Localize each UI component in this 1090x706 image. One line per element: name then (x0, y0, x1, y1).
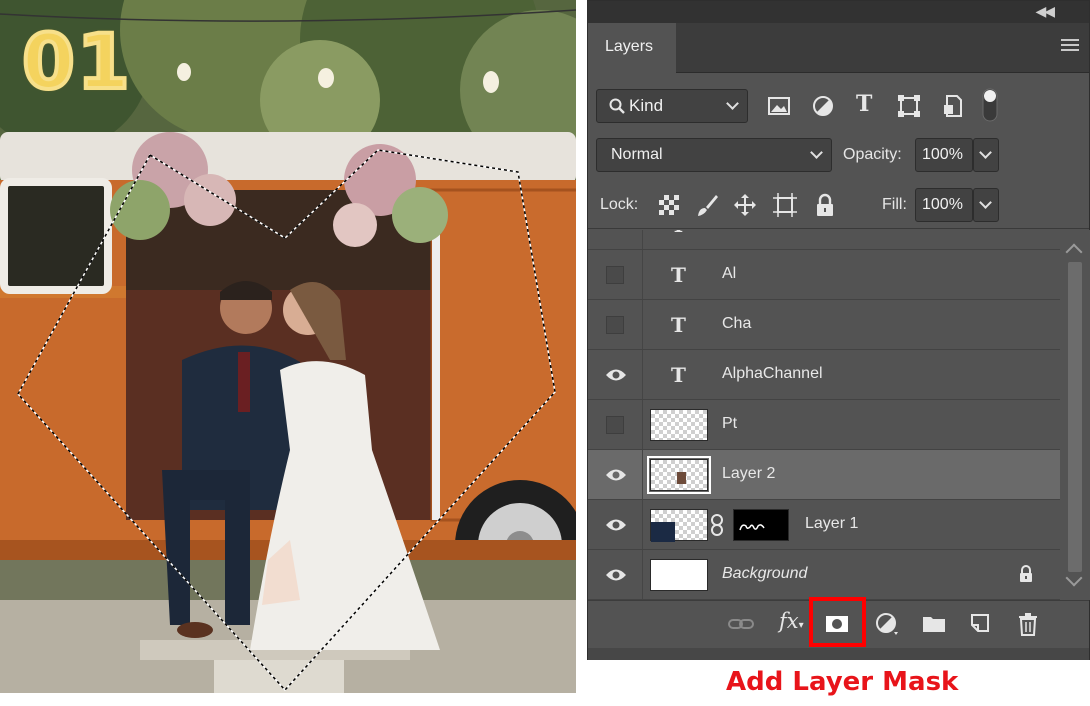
fill-label: Fill: (882, 196, 907, 213)
layer-mask-thumbnail[interactable] (733, 509, 789, 541)
scroll-up-arrow[interactable] (1065, 243, 1083, 261)
image-filter-icon[interactable] (766, 93, 792, 119)
blend-mode-select[interactable]: Normal (596, 138, 832, 172)
step-number-badge: 01 (20, 17, 132, 106)
layer-row-alphachannel[interactable]: T AlphaChannel (588, 350, 1060, 400)
add-layer-mask-highlight (809, 597, 866, 647)
adjustment-filter-icon[interactable] (810, 93, 836, 119)
blend-row: Normal Opacity: 100% (588, 131, 1089, 179)
adjustment-layer-icon[interactable] (874, 611, 900, 637)
chevron-down-icon (810, 146, 823, 159)
layer-thumbnail (647, 456, 711, 494)
blend-mode-value: Normal (611, 146, 663, 163)
layer-thumbnail (650, 509, 708, 542)
delete-layer-icon[interactable] (1015, 611, 1041, 637)
filter-kind-label: Kind (629, 96, 664, 115)
visibility-toggle[interactable] (588, 400, 643, 449)
opacity-dropdown-button[interactable] (973, 138, 999, 172)
lock-position-icon[interactable] (732, 192, 758, 218)
layer-name: Background (722, 565, 808, 582)
opacity-input[interactable]: 100% (915, 138, 973, 172)
lock-transparent-pixels-icon[interactable] (656, 192, 682, 218)
layer-filter-row: Kind T (588, 81, 1089, 129)
layer-row-al[interactable]: T Al (588, 250, 1060, 300)
layer-list-scrollbar[interactable] (1060, 230, 1090, 600)
canvas-photo[interactable]: 01 (0, 0, 576, 693)
layer-thumbnail (650, 559, 708, 591)
panel-title-bar: ◀◀ (588, 1, 1089, 23)
text-layer-icon: T (671, 363, 686, 387)
layer-name: Al (722, 265, 737, 282)
opacity-label: Opacity: (843, 146, 902, 163)
fill-input[interactable]: 100% (915, 188, 973, 222)
visibility-toggle[interactable] (588, 300, 643, 349)
visibility-toggle[interactable] (588, 250, 643, 299)
lock-artboard-icon[interactable] (772, 192, 798, 218)
layer-row-cha[interactable]: T Cha (588, 300, 1060, 350)
visibility-toggle[interactable] (588, 350, 643, 399)
filter-kind-select[interactable]: Kind (596, 89, 748, 123)
layer-list: T T Al T Cha T AlphaChannel Pt (588, 230, 1060, 600)
type-filter-icon[interactable]: T (856, 91, 882, 117)
layer-name: Layer 2 (722, 465, 776, 482)
smart-object-filter-icon[interactable] (940, 93, 966, 119)
panel-menu-icon[interactable] (1061, 39, 1079, 53)
layers-panel: ◀◀ Layers Kind T Normal Opacity: 100% Lo… (587, 0, 1090, 660)
mask-link-icon[interactable] (710, 514, 724, 536)
lock-icon[interactable] (1018, 565, 1034, 583)
fill-dropdown-button[interactable] (973, 188, 999, 222)
eye-icon (606, 469, 626, 481)
layer-name: Pt (722, 415, 738, 432)
layer-row-layer-2[interactable]: Layer 2 (588, 450, 1060, 500)
layer-name: Layer 1 (805, 515, 859, 532)
eye-icon (606, 569, 626, 581)
visibility-toggle[interactable] (588, 500, 643, 549)
text-layer-icon: T (671, 230, 686, 237)
layer-thumbnail (650, 409, 708, 441)
fx-icon[interactable]: fx▾ (779, 609, 805, 635)
lock-all-icon[interactable] (812, 192, 838, 218)
layer-name: Cha (722, 315, 752, 332)
text-layer-icon: T (671, 313, 686, 337)
chevron-down-icon (726, 97, 739, 110)
panel-resize-strip[interactable] (588, 648, 1089, 660)
tab-layers[interactable]: Layers (588, 23, 676, 73)
eye-icon (606, 369, 626, 381)
filter-toggle-icon[interactable] (980, 85, 1000, 125)
scroll-down-arrow[interactable] (1065, 569, 1083, 587)
lock-row: Lock: Fill: 100% (588, 181, 1089, 229)
shape-filter-icon[interactable] (896, 93, 922, 119)
group-folder-icon[interactable] (921, 611, 947, 637)
visibility-toggle[interactable] (588, 550, 643, 599)
link-layers-icon[interactable] (728, 611, 754, 637)
eye-icon (606, 519, 626, 531)
scroll-thumb[interactable] (1068, 262, 1082, 572)
visibility-toggle[interactable] (588, 450, 643, 499)
lock-label: Lock: (600, 196, 639, 213)
new-layer-icon[interactable] (968, 611, 994, 637)
layer-row-background[interactable]: Background (588, 550, 1060, 600)
panel-tab-bar: Layers (588, 23, 1089, 73)
mask-text-graphic (739, 524, 765, 531)
chevron-down-icon (979, 196, 992, 209)
lock-image-pixels-icon[interactable] (694, 192, 720, 218)
caption-label: Add Layer Mask (726, 667, 959, 697)
text-layer-icon: T (671, 263, 686, 287)
search-icon (609, 98, 625, 114)
layer-row-pt[interactable]: Pt (588, 400, 1060, 450)
chevron-down-icon (979, 146, 992, 159)
collapse-panel-icon[interactable]: ◀◀ (1035, 3, 1054, 20)
layer-row-partial[interactable]: T (588, 230, 1060, 250)
layer-name: AlphaChannel (722, 365, 823, 382)
layer-row-layer-1[interactable]: Layer 1 (588, 500, 1060, 550)
